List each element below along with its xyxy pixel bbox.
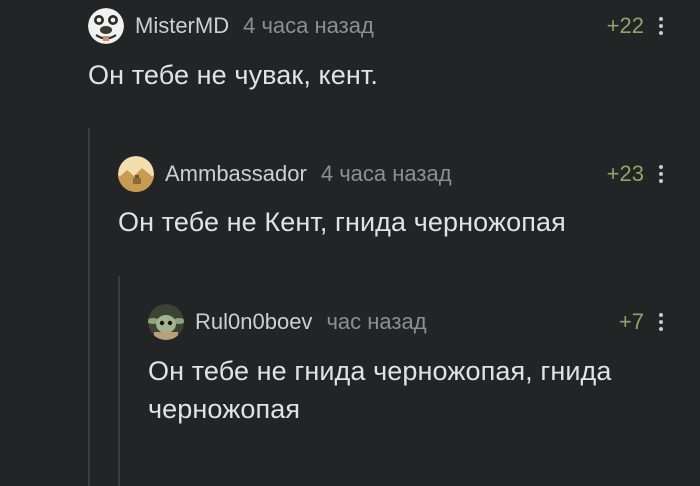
comment-rating: +23: [606, 161, 644, 186]
thread-line-level-2[interactable]: [118, 276, 120, 486]
landscape-avatar-icon[interactable]: [118, 156, 154, 192]
comment-rating: +22: [606, 13, 644, 38]
comment-timestamp[interactable]: час назад: [326, 309, 426, 335]
comment-header: Rul0n0boev час назад +7: [148, 302, 700, 342]
more-options-icon[interactable]: [656, 162, 666, 186]
comment-header: Ammbassador 4 часа назад +23: [118, 154, 700, 194]
more-options-icon[interactable]: [656, 310, 666, 334]
comment-text: Он тебе не чувак, кент.: [88, 60, 378, 90]
thread-line-level-1[interactable]: [88, 128, 90, 486]
comment-username[interactable]: MisterMD: [135, 13, 229, 39]
comment-header: MisterMD 4 часа назад +22: [88, 6, 700, 46]
alien-avatar-icon[interactable]: [148, 304, 184, 340]
comment-username[interactable]: Ammbassador: [165, 161, 307, 187]
comment-text: Он тебе не гнида черножопая, гнида черно…: [148, 356, 612, 424]
comment-text: Он тебе не Кент, гнида черножопая: [118, 207, 566, 237]
comment-timestamp[interactable]: 4 часа назад: [321, 161, 452, 187]
comment-rating: +7: [618, 309, 644, 334]
comment-username[interactable]: Rul0n0boev: [195, 309, 312, 335]
comment-timestamp[interactable]: 4 часа назад: [243, 13, 374, 39]
cartoon-face-avatar-icon[interactable]: [88, 8, 124, 44]
more-options-icon[interactable]: [656, 14, 666, 38]
